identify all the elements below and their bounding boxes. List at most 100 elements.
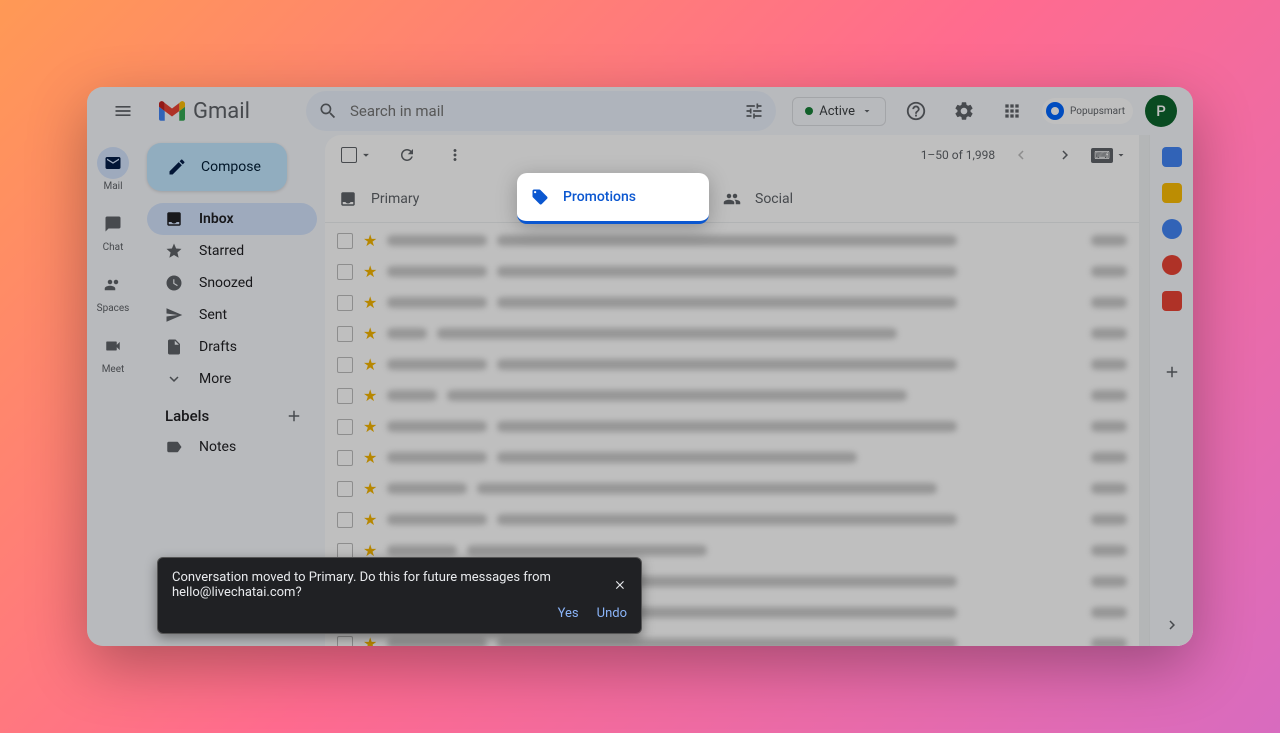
addon-icon[interactable]	[1162, 291, 1182, 311]
select-all[interactable]	[337, 143, 377, 167]
rail-spaces[interactable]: Spaces	[87, 265, 139, 318]
star-icon[interactable]: ★	[363, 324, 377, 343]
star-icon[interactable]: ★	[363, 448, 377, 467]
checkbox-icon[interactable]	[337, 419, 353, 435]
email-row[interactable]: ★	[325, 442, 1139, 473]
email-row[interactable]: ★	[325, 287, 1139, 318]
chevron-right-icon[interactable]	[1163, 616, 1181, 634]
plus-icon[interactable]	[1163, 363, 1181, 381]
chevron-down-icon	[359, 148, 373, 162]
toast-undo-button[interactable]: Undo	[597, 606, 627, 621]
keep-icon[interactable]	[1162, 183, 1182, 203]
support-button[interactable]	[898, 93, 934, 129]
right-rail	[1149, 135, 1193, 646]
rail-meet[interactable]: Meet	[87, 326, 139, 379]
star-icon[interactable]: ★	[363, 510, 377, 529]
label-icon	[165, 438, 183, 456]
spaces-icon	[97, 269, 129, 301]
nav-snoozed[interactable]: Snoozed	[147, 267, 317, 299]
email-row[interactable]: ★	[325, 473, 1139, 504]
avatar[interactable]: P	[1145, 95, 1177, 127]
apps-button[interactable]	[994, 93, 1030, 129]
checkbox-icon[interactable]	[337, 512, 353, 528]
toast-message: Conversation moved to Primary. Do this f…	[172, 570, 613, 600]
brand-circle-icon	[1046, 102, 1064, 120]
email-row[interactable]: ★	[325, 256, 1139, 287]
email-row[interactable]: ★	[325, 349, 1139, 380]
brand-mark-icon	[1050, 106, 1060, 116]
star-icon[interactable]: ★	[363, 262, 377, 281]
email-row[interactable]: ★	[325, 318, 1139, 349]
email-row[interactable]: ★	[325, 504, 1139, 535]
checkbox-icon[interactable]	[337, 636, 353, 647]
gear-icon	[953, 100, 975, 122]
prev-page-button[interactable]	[1003, 137, 1039, 173]
star-icon[interactable]: ★	[363, 634, 377, 646]
rail-mail[interactable]: Mail	[87, 143, 139, 196]
tasks-icon[interactable]	[1162, 219, 1182, 239]
star-icon[interactable]: ★	[363, 417, 377, 436]
email-row[interactable]: ★	[325, 411, 1139, 442]
refresh-button[interactable]	[389, 137, 425, 173]
gmail-logo[interactable]: Gmail	[159, 99, 250, 124]
send-icon	[165, 306, 183, 324]
star-icon[interactable]: ★	[363, 386, 377, 405]
brand-label: Popupsmart	[1070, 106, 1125, 117]
checkbox-icon[interactable]	[337, 357, 353, 373]
email-row[interactable]: ★	[325, 380, 1139, 411]
gmail-window: Gmail Active	[87, 87, 1193, 646]
pagination-range: 1–50 of 1,998	[921, 148, 995, 162]
toast-yes-button[interactable]: Yes	[558, 606, 579, 621]
star-icon[interactable]: ★	[363, 231, 377, 250]
rail-chat[interactable]: Chat	[87, 204, 139, 257]
chevron-down-icon	[1115, 149, 1127, 161]
star-icon	[165, 242, 183, 260]
next-page-button[interactable]	[1047, 137, 1083, 173]
scrollbar[interactable]	[1139, 135, 1149, 646]
close-icon[interactable]	[613, 577, 627, 593]
gmail-text: Gmail	[193, 99, 250, 124]
more-button[interactable]	[437, 137, 473, 173]
keyboard-icon: ⌨	[1091, 148, 1113, 163]
brand-pill[interactable]: Popupsmart	[1042, 98, 1133, 124]
more-vert-icon	[446, 146, 464, 164]
tab-primary[interactable]: Primary	[325, 175, 517, 222]
nav-drafts[interactable]: Drafts	[147, 331, 317, 363]
calendar-icon[interactable]	[1162, 147, 1182, 167]
search-input[interactable]	[350, 102, 732, 120]
checkbox-icon[interactable]	[337, 295, 353, 311]
topbar: Gmail Active	[87, 87, 1193, 135]
search-box[interactable]	[306, 91, 776, 131]
star-icon[interactable]: ★	[363, 479, 377, 498]
compose-button[interactable]: Compose	[147, 143, 287, 191]
chevron-right-icon	[1056, 146, 1074, 164]
checkbox-icon[interactable]	[337, 388, 353, 404]
nav-starred[interactable]: Starred	[147, 235, 317, 267]
settings-button[interactable]	[946, 93, 982, 129]
status-pill[interactable]: Active	[792, 97, 886, 126]
label-notes[interactable]: Notes	[147, 431, 317, 463]
input-tools-button[interactable]: ⌨	[1091, 137, 1127, 173]
meet-icon	[97, 330, 129, 362]
checkbox-icon[interactable]	[337, 233, 353, 249]
tab-promotions[interactable]: Promotions	[517, 173, 709, 224]
toolbar: 1–50 of 1,998 ⌨	[325, 135, 1139, 175]
plus-icon[interactable]	[285, 407, 303, 425]
search-icon	[318, 101, 338, 121]
checkbox-icon[interactable]	[337, 450, 353, 466]
checkbox-icon[interactable]	[337, 481, 353, 497]
main-menu-button[interactable]	[103, 91, 143, 131]
inbox-icon	[339, 190, 357, 208]
star-icon[interactable]: ★	[363, 293, 377, 312]
nav-sent[interactable]: Sent	[147, 299, 317, 331]
checkbox-icon[interactable]	[337, 326, 353, 342]
checkbox-icon[interactable]	[337, 264, 353, 280]
email-row[interactable]: ★	[325, 225, 1139, 256]
tune-icon[interactable]	[744, 101, 764, 121]
inbox-icon	[165, 210, 183, 228]
contacts-icon[interactable]	[1162, 255, 1182, 275]
tab-social[interactable]: Social	[709, 175, 901, 222]
star-icon[interactable]: ★	[363, 355, 377, 374]
nav-more[interactable]: More	[147, 363, 317, 395]
nav-inbox[interactable]: Inbox	[147, 203, 317, 235]
